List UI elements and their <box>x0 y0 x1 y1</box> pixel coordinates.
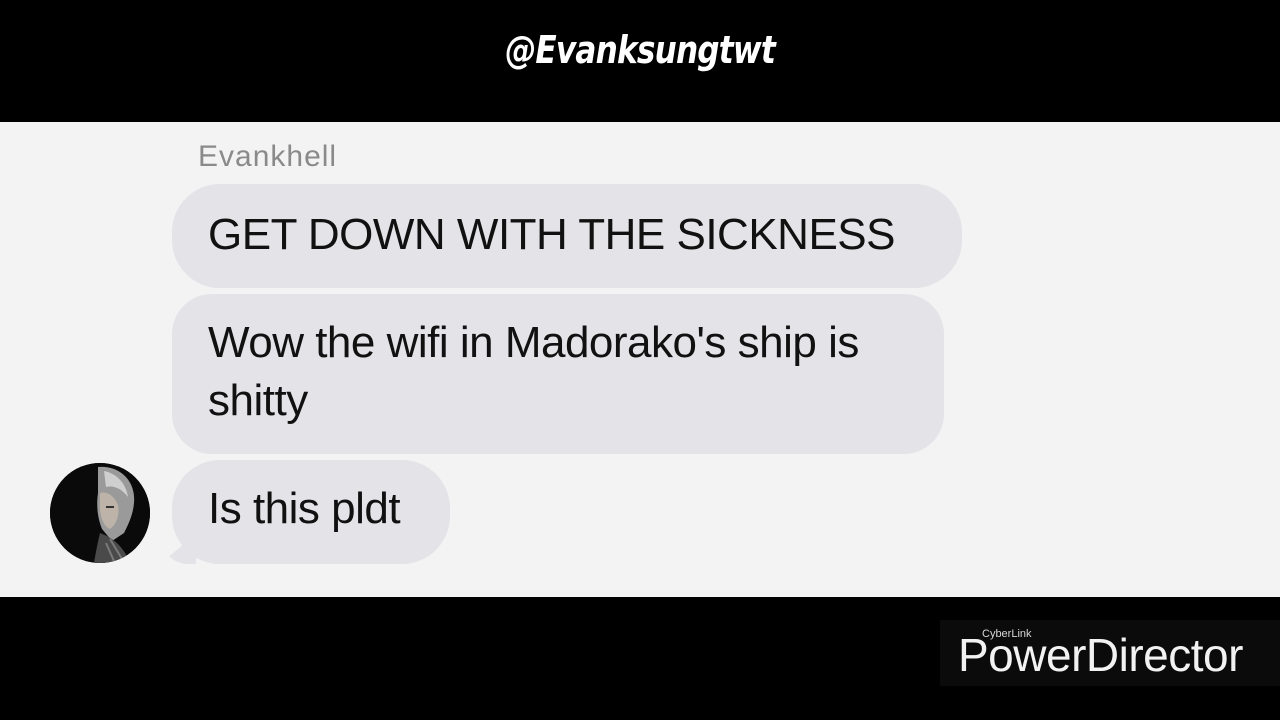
twitter-handle: @Evanksungtwt <box>505 28 776 72</box>
chat-screenshot: Evankhell GET DOWN WITH THE SICKNESS Wow… <box>0 122 1280 597</box>
sender-name: Evankhell <box>198 140 338 173</box>
powerdirector-watermark: PowerDirector CyberLink <box>940 620 1280 686</box>
avatar-portrait-icon <box>50 463 150 563</box>
watermark-cyberlink: CyberLink <box>982 628 1032 640</box>
top-letterbox: @Evanksungtwt <box>0 0 1280 122</box>
message-bubble: Is this pldt <box>172 460 450 564</box>
message-bubble: Wow the wifi in Madorako's ship is shitt… <box>172 294 944 454</box>
avatar <box>50 463 150 563</box>
message-bubble: GET DOWN WITH THE SICKNESS <box>172 184 962 288</box>
